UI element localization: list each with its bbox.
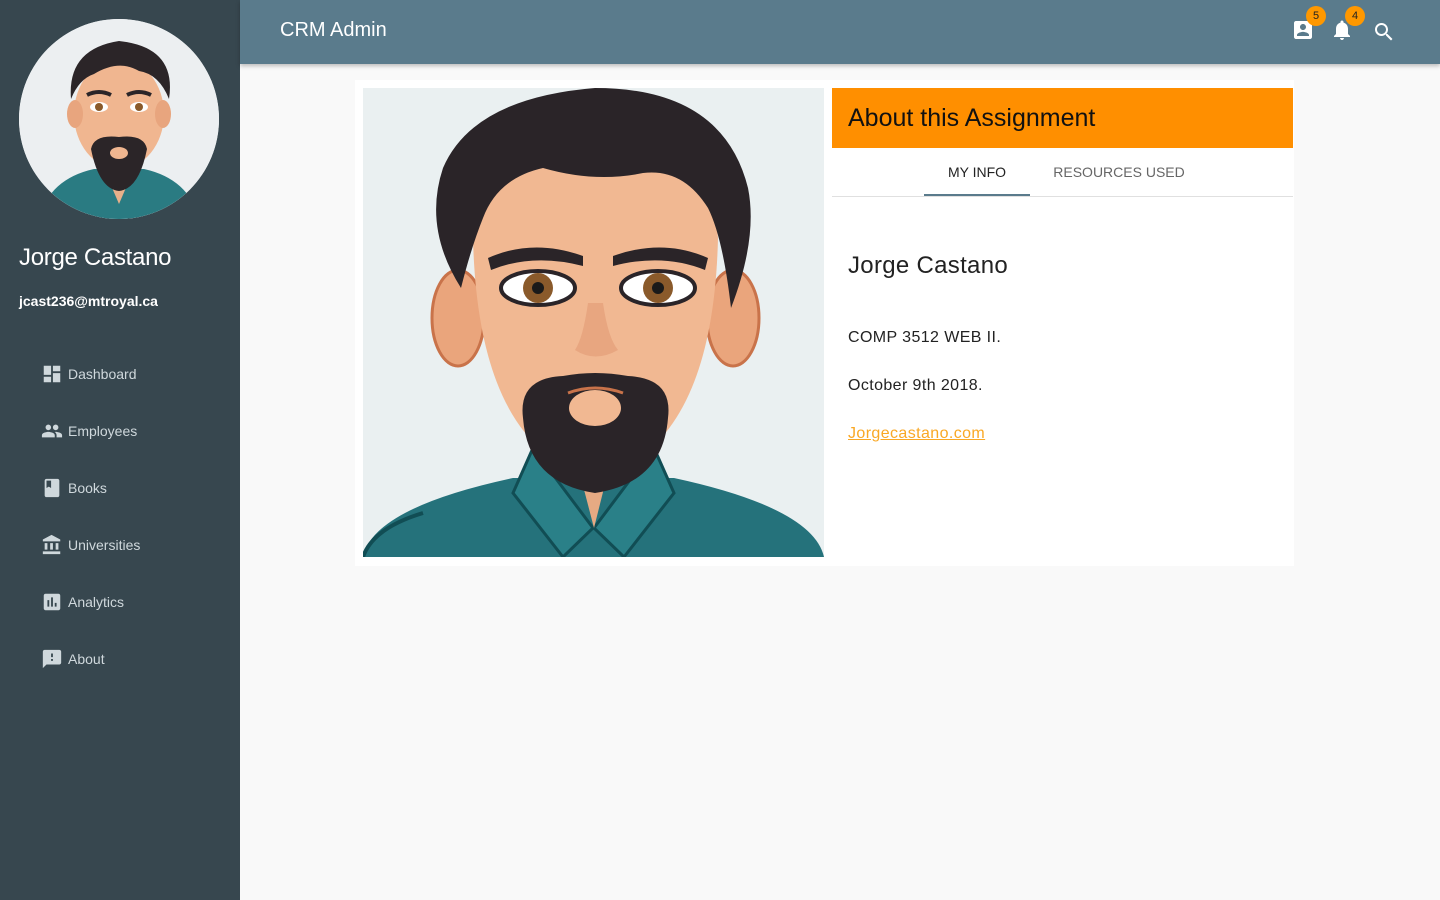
sidebar-item-analytics[interactable]: Analytics <box>0 573 240 630</box>
user-email: jcast236@mtroyal.ca <box>19 293 158 309</box>
info-course: COMP 3512 WEB II. <box>848 329 1002 346</box>
info-panel-title: About this Assignment <box>832 88 1293 148</box>
people-icon <box>41 420 63 442</box>
sidebar: Jorge Castano jcast236@mtroyal.ca Dashbo… <box>0 0 240 900</box>
about-card: About this Assignment MY INFO RESOURCES … <box>355 80 1294 566</box>
sidebar-item-books[interactable]: Books <box>0 459 240 516</box>
search-icon <box>1372 20 1396 44</box>
institution-icon <box>41 534 63 556</box>
user-name: Jorge Castano <box>19 244 172 271</box>
bar-chart-icon <box>41 591 63 613</box>
info-panel: About this Assignment MY INFO RESOURCES … <box>832 88 1293 557</box>
sidebar-nav: Dashboard Employees Books Universities A… <box>0 345 240 687</box>
notifications-badge: 4 <box>1345 6 1365 26</box>
sidebar-item-dashboard[interactable]: Dashboard <box>0 345 240 402</box>
avatar <box>19 19 219 219</box>
sidebar-item-about[interactable]: About <box>0 630 240 687</box>
book-icon <box>41 477 63 499</box>
info-date: October 9th 2018. <box>848 377 983 394</box>
sidebar-item-employees[interactable]: Employees <box>0 402 240 459</box>
avatar-portrait <box>363 88 824 557</box>
contacts-badge: 5 <box>1306 6 1326 26</box>
sidebar-item-label: Employees <box>68 422 138 439</box>
sidebar-item-label: Universities <box>68 536 141 553</box>
search-button[interactable] <box>1372 20 1396 44</box>
sidebar-item-label: Dashboard <box>68 365 137 382</box>
app-title: CRM Admin <box>280 19 387 41</box>
contacts-button[interactable]: 5 <box>1291 6 1326 42</box>
top-app-bar: CRM Admin 5 4 <box>240 0 1440 64</box>
info-name: Jorge Castano <box>848 252 1008 279</box>
sidebar-item-label: About <box>68 650 105 667</box>
tab-my-info[interactable]: MY INFO <box>924 148 1030 196</box>
tab-resources-used[interactable]: RESOURCES USED <box>1038 148 1200 196</box>
feedback-icon <box>41 648 63 670</box>
info-tabs: MY INFO RESOURCES USED <box>832 148 1293 197</box>
sidebar-item-universities[interactable]: Universities <box>0 516 240 573</box>
sidebar-item-label: Books <box>68 479 107 496</box>
dashboard-icon <box>41 363 63 385</box>
sidebar-item-label: Analytics <box>68 593 125 610</box>
notifications-button[interactable]: 4 <box>1330 6 1365 42</box>
website-link[interactable]: Jorgecastano.com <box>848 425 985 443</box>
